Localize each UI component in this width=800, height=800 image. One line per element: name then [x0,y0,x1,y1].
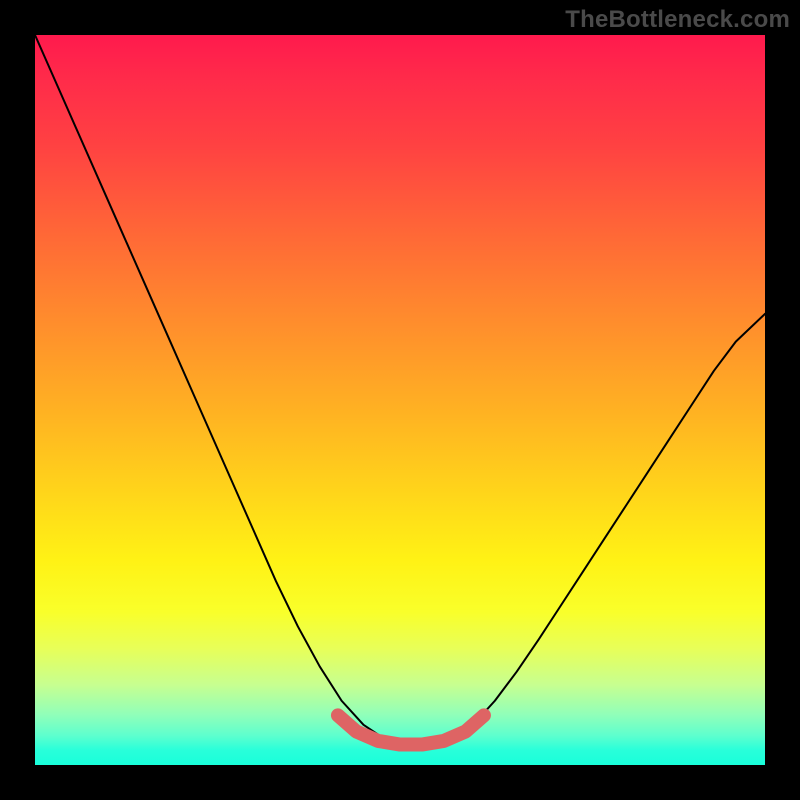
watermark-text: TheBottleneck.com [565,6,790,34]
plot-area [35,35,765,765]
chart-svg [35,35,765,765]
chart-frame: TheBottleneck.com [0,0,800,800]
series-black-curve [35,35,765,745]
